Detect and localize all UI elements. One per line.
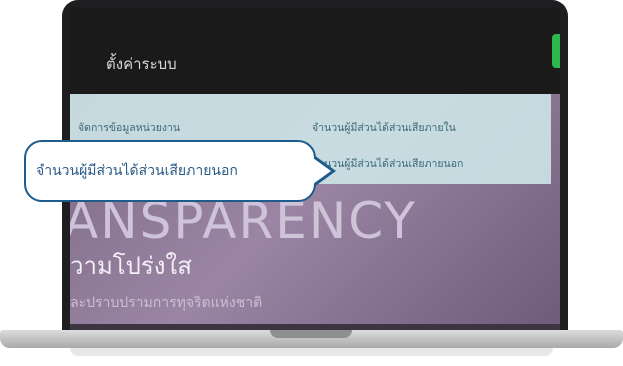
hero-line: ละปราบปรามการทุจริตแห่งชาติ: [70, 295, 263, 311]
page-title: ตั้งค่าระบบ: [106, 55, 177, 73]
menu-item-internal-stakeholders[interactable]: จำนวนผู้มีส่วนได้ส่วนเสียภายใน: [312, 119, 456, 136]
top-bar: ตั้งค่าระบบ: [70, 8, 560, 94]
menu-item-manage-agency[interactable]: จัดการข้อมูลหน่วยงาน: [78, 119, 180, 136]
callout-text: จำนวนผู้มีส่วนได้ส่วนเสียภายนอก: [36, 163, 238, 179]
laptop-notch: [270, 330, 352, 338]
green-action-button[interactable]: [552, 34, 560, 68]
hero-subtitle: วามโปร่งใส: [70, 252, 192, 280]
laptop-base-shadow: [70, 348, 553, 356]
callout-pointer-fill: [313, 158, 331, 184]
